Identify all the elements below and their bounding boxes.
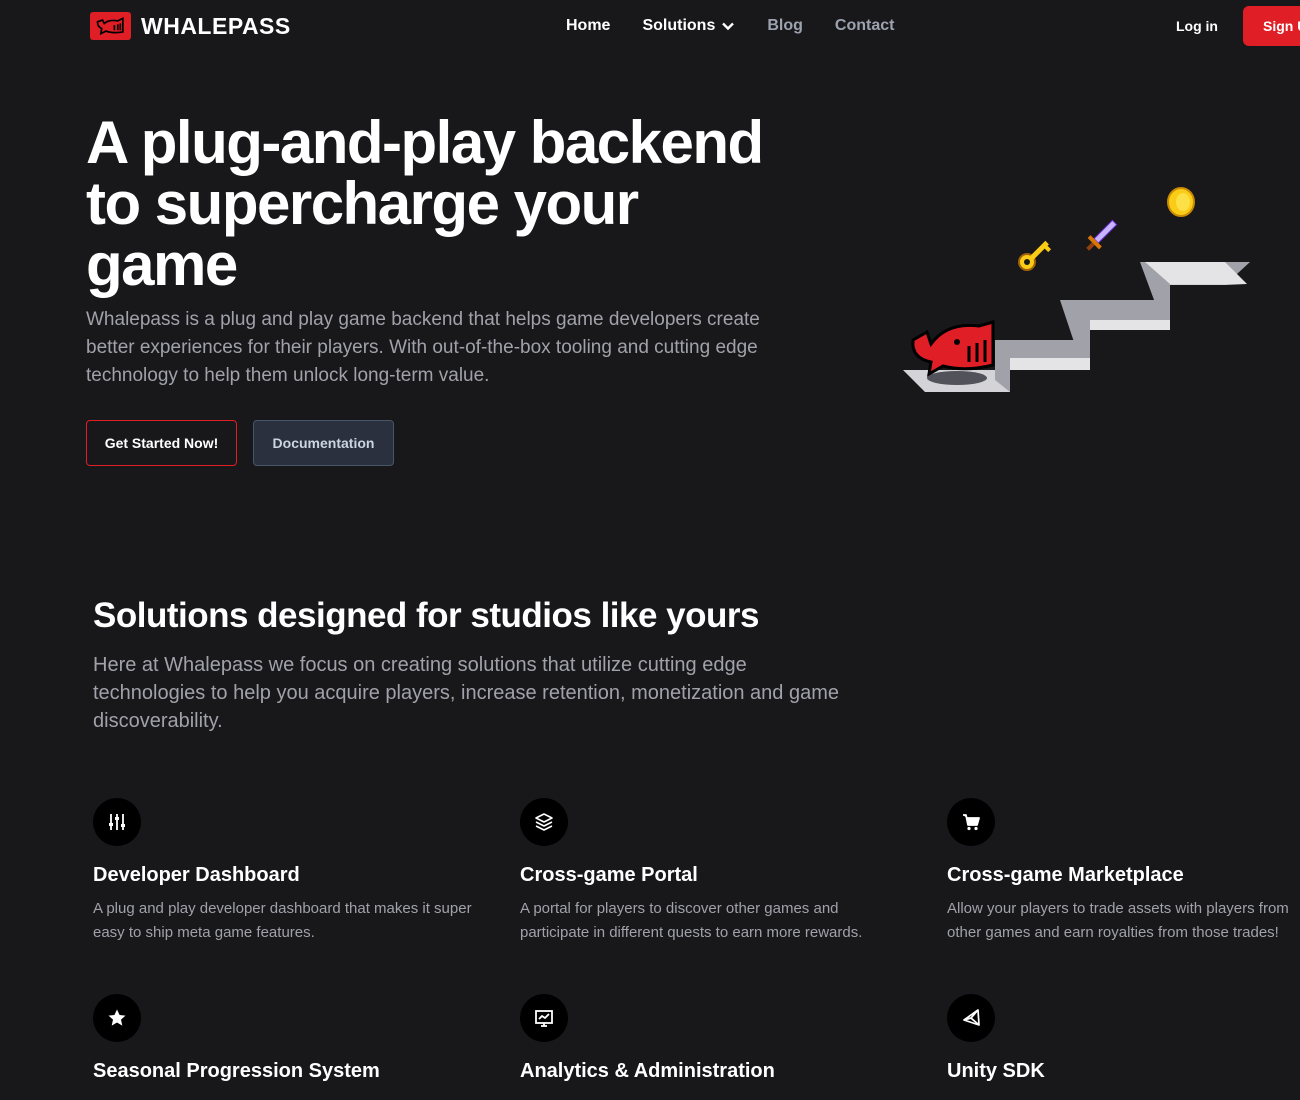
feature-description: A portal for players to discover other g… xyxy=(520,900,863,941)
nav-contact-link[interactable]: Contact xyxy=(835,17,895,35)
hero-description: Whalepass is a plug and play game backen… xyxy=(86,309,760,386)
unity-icon xyxy=(963,1009,980,1026)
feature-description: Allow your players to trade assets with … xyxy=(947,900,1289,941)
key-icon xyxy=(1018,240,1052,271)
whale-logo-icon xyxy=(90,12,131,40)
chevron-down-icon xyxy=(722,22,735,31)
feature-description: A plug and play developer dashboard that… xyxy=(93,900,472,941)
solutions-description: Here at Whalepass we focus on creating s… xyxy=(93,654,840,732)
solutions-title: Solutions designed for studios like your… xyxy=(93,596,759,635)
hero-staircase-illustration xyxy=(903,187,1250,392)
feature-title: Unity SDK xyxy=(947,1060,1045,1082)
nav-home-link[interactable]: Home xyxy=(566,17,610,35)
login-link[interactable]: Log in xyxy=(1176,18,1218,34)
brand-name: WHALEPASS xyxy=(141,12,291,39)
nav-links: Home Solutions Blog Contact xyxy=(566,17,894,35)
feature-icon-circle xyxy=(947,994,995,1042)
feature-analytics-administration: Analytics & Administration xyxy=(520,994,900,1083)
feature-title: Cross-game Portal xyxy=(520,864,698,886)
documentation-button[interactable]: Documentation xyxy=(253,420,394,466)
signup-button[interactable]: Sign Up xyxy=(1243,6,1300,46)
feature-developer-dashboard: Developer Dashboard A plug and play deve… xyxy=(93,798,473,945)
top-nav: WHALEPASS Home Solutions Blog Contact Lo… xyxy=(0,0,1300,54)
feature-title: Analytics & Administration xyxy=(520,1060,775,1082)
cart-icon xyxy=(963,814,980,831)
nav-solutions-link[interactable]: Solutions xyxy=(642,17,735,35)
nav-solutions-label: Solutions xyxy=(642,17,716,34)
feature-title: Cross-game Marketplace xyxy=(947,864,1184,886)
feature-icon-circle xyxy=(520,994,568,1042)
feature-icon-circle xyxy=(520,798,568,846)
coin-icon xyxy=(1167,187,1195,217)
get-started-button[interactable]: Get Started Now! xyxy=(86,420,237,466)
brand-logo[interactable]: WHALEPASS xyxy=(90,12,291,40)
feature-title: Developer Dashboard xyxy=(93,864,300,886)
feature-title: Seasonal Progression System xyxy=(93,1060,380,1082)
feature-cross-game-marketplace: Cross-game Marketplace Allow your player… xyxy=(947,798,1300,945)
feature-icon-circle xyxy=(93,994,141,1042)
sliders-icon xyxy=(109,814,125,830)
star-icon xyxy=(108,1009,126,1026)
feature-cross-game-portal: Cross-game Portal A portal for players t… xyxy=(520,798,900,945)
sword-icon xyxy=(1086,219,1118,251)
nav-blog-link[interactable]: Blog xyxy=(767,17,803,35)
whale-mascot-icon xyxy=(911,320,995,377)
layers-icon xyxy=(535,813,553,831)
feature-unity-sdk: Unity SDK xyxy=(947,994,1300,1083)
hero-title: A plug-and-play backend to supercharge y… xyxy=(86,109,764,298)
feature-seasonal-progression: Seasonal Progression System xyxy=(93,994,473,1083)
feature-icon-circle xyxy=(947,798,995,846)
chart-icon xyxy=(535,1010,553,1027)
feature-icon-circle xyxy=(93,798,141,846)
